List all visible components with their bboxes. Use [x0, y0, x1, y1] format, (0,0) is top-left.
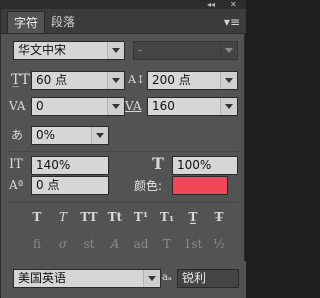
all-caps-button[interactable]: TT: [77, 209, 101, 225]
titling-alternates-button[interactable]: ad: [129, 236, 153, 252]
faux-bold-button[interactable]: T: [25, 209, 49, 225]
font-style-value: -: [138, 43, 143, 57]
horizontal-scale-icon: T: [152, 154, 164, 173]
color-label: 颜色:: [134, 179, 163, 193]
kerning-select[interactable]: 0: [31, 97, 125, 116]
horizontal-scale-field[interactable]: 100%: [172, 156, 238, 175]
strikethrough-button[interactable]: T̶: [207, 209, 231, 225]
discretionary-ligatures-button[interactable]: σ: [51, 236, 75, 252]
swash-button[interactable]: st: [77, 236, 101, 252]
font-size-icon: T̲T: [11, 72, 30, 88]
chevron-down-icon[interactable]: [220, 72, 237, 89]
panel-menu-icon[interactable]: ▾≡: [224, 15, 240, 29]
leading-icon: A↕: [128, 73, 146, 86]
ordinals-button[interactable]: T: [155, 236, 179, 252]
character-panel: ◂◂ ✕ 字符 段落 ▾≡ 华文中宋 - T̲T 60 点 A↕ 200 点 V…: [0, 0, 246, 298]
font-family-value: 华文中宋: [18, 43, 67, 57]
kerning-icon: VA: [9, 99, 26, 113]
language-value: 美国英语: [18, 271, 67, 285]
vertical-scale-field[interactable]: 140%: [31, 156, 109, 175]
chevron-down-icon[interactable]: [220, 42, 237, 59]
fractions-button[interactable]: 1st: [181, 236, 205, 252]
chevron-down-icon[interactable]: [107, 98, 124, 115]
chevron-down-icon[interactable]: [91, 127, 108, 144]
tracking-value: 160: [152, 99, 175, 113]
leading-select[interactable]: 200 点: [147, 71, 238, 90]
color-swatch[interactable]: [172, 176, 228, 195]
faux-italic-button[interactable]: T: [51, 209, 75, 225]
font-size-value: 60 点: [36, 73, 68, 87]
stylistic-alternates-button[interactable]: A: [103, 236, 127, 252]
tab-paragraph[interactable]: 段落: [45, 11, 81, 33]
font-size-select[interactable]: 60 点: [31, 71, 125, 90]
tracking-select[interactable]: 160: [147, 97, 238, 116]
close-icon[interactable]: ✕: [230, 1, 237, 9]
horizontal-scale-value: 100%: [177, 158, 212, 172]
chevron-down-icon[interactable]: [107, 72, 124, 89]
anti-alias-select[interactable]: 锐利: [177, 269, 239, 288]
language-select[interactable]: 美国英语: [13, 269, 161, 288]
baseline-shift-field[interactable]: 0 点: [31, 176, 109, 195]
tsume-value: 0%: [36, 128, 56, 142]
chevron-down-icon[interactable]: [107, 42, 124, 59]
tab-character[interactable]: 字符: [7, 11, 46, 33]
panel-top-strip: ◂◂ ✕: [1, 1, 246, 9]
tab-bar: 字符 段落 ▾≡: [1, 9, 246, 34]
font-style-select[interactable]: -: [133, 41, 238, 60]
tracking-icon: VA: [125, 99, 142, 113]
vertical-scale-icon: IT: [9, 157, 23, 172]
underline-button[interactable]: T̲: [181, 209, 205, 225]
vertical-scale-value: 140%: [36, 158, 71, 172]
divider: [9, 202, 238, 203]
baseline-shift-icon: Aª: [9, 178, 24, 192]
ligatures-button[interactable]: fi: [25, 236, 49, 252]
chevron-down-icon[interactable]: [143, 270, 160, 287]
oldstyle-button[interactable]: ½: [207, 236, 231, 252]
superscript-button[interactable]: T¹: [129, 209, 153, 225]
collapse-icon[interactable]: ◂◂: [207, 1, 215, 9]
small-caps-button[interactable]: Tt: [103, 209, 127, 225]
anti-alias-value: 锐利: [182, 271, 207, 285]
chevron-down-icon[interactable]: [220, 98, 237, 115]
baseline-shift-value: 0 点: [36, 178, 60, 192]
subscript-button[interactable]: T₁: [155, 209, 179, 225]
divider: [9, 151, 238, 152]
anti-alias-icon: aₐ: [162, 272, 172, 283]
font-family-select[interactable]: 华文中宋: [13, 41, 125, 60]
leading-value: 200 点: [152, 73, 191, 87]
tsume-select[interactable]: 0%: [31, 126, 109, 145]
tsume-icon: あ: [11, 128, 24, 142]
kerning-value: 0: [36, 99, 44, 113]
